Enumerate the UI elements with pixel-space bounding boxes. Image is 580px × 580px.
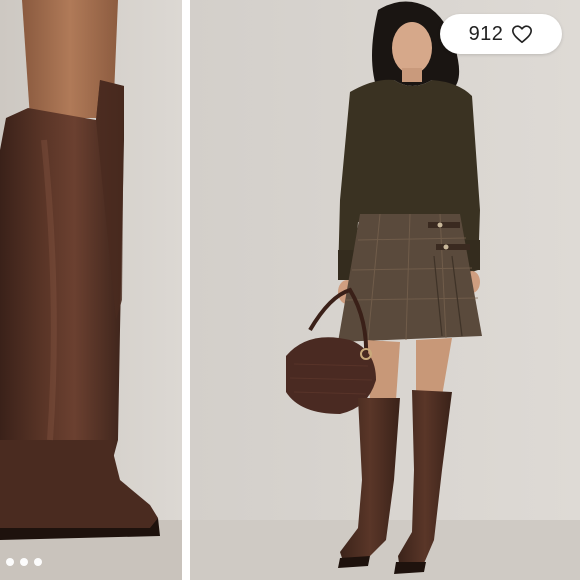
- boot-closeup-photo[interactable]: [0, 0, 182, 580]
- carousel-dots: [6, 558, 42, 566]
- carousel-dot[interactable]: [34, 558, 42, 566]
- carousel-dot[interactable]: [6, 558, 14, 566]
- heart-outline-icon: [512, 25, 533, 44]
- product-gallery: 912: [0, 0, 580, 580]
- full-outfit-photo[interactable]: 912: [190, 0, 580, 580]
- model-outfit-illustration: [190, 0, 580, 580]
- like-count: 912: [468, 22, 504, 45]
- carousel-dot[interactable]: [20, 558, 28, 566]
- like-button[interactable]: 912: [440, 14, 562, 54]
- boot-closeup-illustration: [0, 0, 182, 580]
